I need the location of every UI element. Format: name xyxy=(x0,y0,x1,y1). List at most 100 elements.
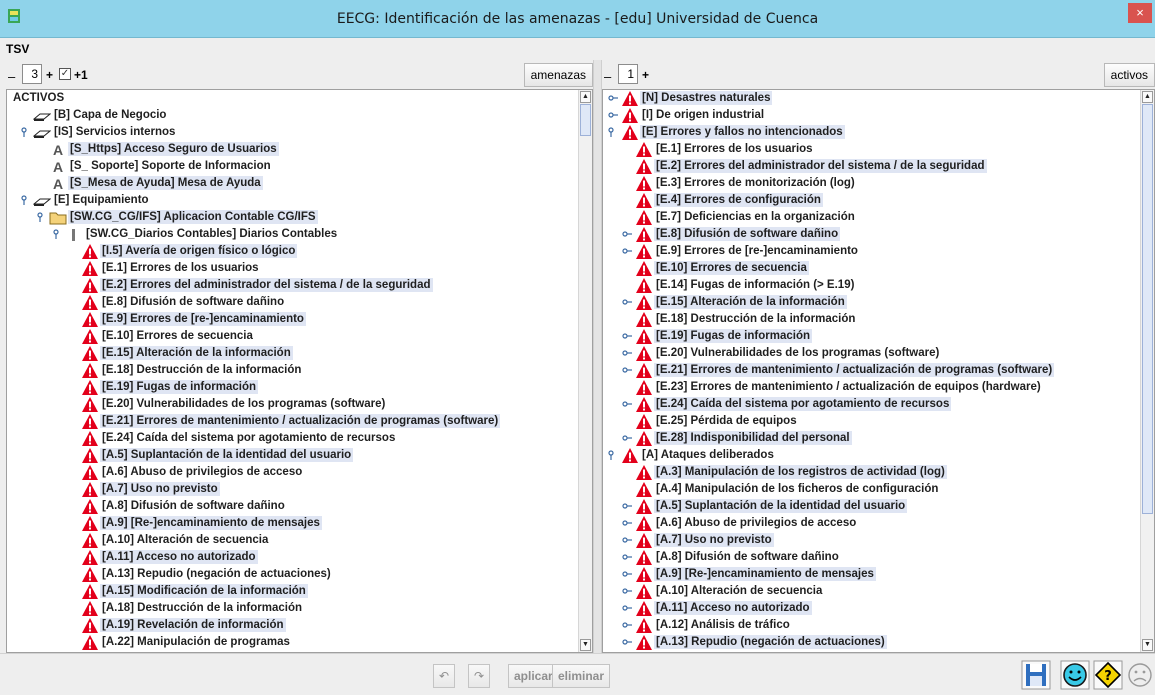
expanded-node-icon[interactable] xyxy=(53,229,63,239)
tree-row[interactable]: [A.15] Modificación de la información xyxy=(7,583,578,600)
tree-row[interactable]: [E.7] Deficiencias en la organización xyxy=(603,209,1140,226)
tree-row[interactable]: [E.19] Fugas de información xyxy=(7,379,578,396)
collapsed-node-icon[interactable] xyxy=(622,552,632,562)
expanded-node-icon[interactable] xyxy=(21,127,31,137)
tree-row[interactable]: [E.9] Errores de [re-]encaminamiento xyxy=(603,243,1140,260)
tree-row[interactable]: [IS] Servicios internos xyxy=(7,124,578,141)
level-field[interactable]: 3 xyxy=(22,64,42,84)
tree-row[interactable]: [E.24] Caída del sistema por agotamiento… xyxy=(603,396,1140,413)
amenazas-button[interactable]: amenazas xyxy=(523,63,593,87)
tree-row[interactable]: [A.11] Acceso no autorizado xyxy=(603,600,1140,617)
expanded-node-icon[interactable] xyxy=(21,195,31,205)
tree-row[interactable]: [A.3] Manipulación de los registros de a… xyxy=(603,464,1140,481)
tree-row[interactable]: [I] De origen industrial xyxy=(603,107,1140,124)
help-diamond-icon[interactable]: ? xyxy=(1093,660,1123,690)
tree-row[interactable]: [A.5] Suplantación de la identidad del u… xyxy=(7,447,578,464)
collapsed-node-icon[interactable] xyxy=(622,246,632,256)
tree-row[interactable]: [A.18] Destrucción de la información xyxy=(7,600,578,617)
right-level-increase-button[interactable]: + xyxy=(642,68,649,82)
scroll-up-arrow-icon[interactable]: ▲ xyxy=(1142,91,1153,103)
tree-row[interactable]: A [S_Mesa de Ayuda] Mesa de Ayuda xyxy=(7,175,578,192)
expanded-node-icon[interactable] xyxy=(37,212,47,222)
tree-row[interactable]: [E.25] Pérdida de equipos xyxy=(603,413,1140,430)
split-pane-divider[interactable] xyxy=(593,60,602,653)
tree-row[interactable]: [A.8] Difusión de software dañino xyxy=(7,498,578,515)
tree-row[interactable]: [E.18] Destrucción de la información xyxy=(603,311,1140,328)
collapsed-node-icon[interactable] xyxy=(622,535,632,545)
collapsed-node-icon[interactable] xyxy=(622,229,632,239)
collapsed-node-icon[interactable] xyxy=(622,331,632,341)
tree-row[interactable]: [B] Capa de Negocio xyxy=(7,107,578,124)
tree-row[interactable]: [E.20] Vulnerabilidades de los programas… xyxy=(603,345,1140,362)
tree-row[interactable]: [SW.CG_CG/IFS] Aplicacion Contable CG/IF… xyxy=(7,209,578,226)
tree-row[interactable]: A [S_ Soporte] Soporte de Informacion xyxy=(7,158,578,175)
smiley-ok-icon[interactable] xyxy=(1060,660,1090,690)
tree-row[interactable]: [A.13] Repudio (negación de actuaciones) xyxy=(7,566,578,583)
tree-row[interactable]: [A.6] Abuso de privilegios de acceso xyxy=(7,464,578,481)
tree-row[interactable]: [A.9] [Re-]encaminamiento de mensajes xyxy=(7,515,578,532)
tree-row[interactable]: [A.7] Uso no previsto xyxy=(7,481,578,498)
expanded-node-icon[interactable] xyxy=(608,127,618,137)
scroll-down-arrow-icon[interactable]: ▼ xyxy=(580,639,591,651)
delete-button[interactable]: eliminar xyxy=(552,664,611,688)
tree-row[interactable]: [E.1] Errores de los usuarios xyxy=(603,141,1140,158)
right-level-field[interactable]: 1 xyxy=(618,64,638,84)
level-decrease-button[interactable]: – xyxy=(8,69,15,84)
tree-row[interactable]: [E.8] Difusión de software dañino xyxy=(7,294,578,311)
tree-row[interactable]: A [S_Https] Acceso Seguro de Usuarios xyxy=(7,141,578,158)
tree-row[interactable]: [E.21] Errores de mantenimiento / actual… xyxy=(7,413,578,430)
collapsed-node-icon[interactable] xyxy=(622,501,632,511)
tree-row[interactable]: [A.8] Difusión de software dañino xyxy=(603,549,1140,566)
tree-row[interactable]: [E.15] Alteración de la información xyxy=(7,345,578,362)
save-icon[interactable] xyxy=(1021,660,1051,690)
tree-row[interactable]: [E] Errores y fallos no intencionados xyxy=(603,124,1140,141)
tree-row[interactable]: [A.5] Suplantación de la identidad del u… xyxy=(603,498,1140,515)
expanded-node-icon[interactable] xyxy=(608,450,618,460)
collapsed-node-icon[interactable] xyxy=(622,603,632,613)
tree-row[interactable]: [E.14] Fugas de información (> E.19) xyxy=(603,277,1140,294)
tree-row[interactable]: [E.15] Alteración de la información xyxy=(603,294,1140,311)
tree-row[interactable]: [N] Desastres naturales xyxy=(603,90,1140,107)
menu-tsv[interactable]: TSV xyxy=(6,42,29,56)
tree-row[interactable]: [SW.CG_Diarios Contables] Diarios Contab… xyxy=(7,226,578,243)
tree-row[interactable]: [A.9] [Re-]encaminamiento de mensajes xyxy=(603,566,1140,583)
tree-row[interactable]: [E.2] Errores del administrador del sist… xyxy=(603,158,1140,175)
undo-button[interactable]: ↶ xyxy=(433,664,456,688)
tree-row[interactable]: [E.3] Errores de monitorización (log) xyxy=(603,175,1140,192)
plus-one-checkbox[interactable]: ✓ xyxy=(59,68,71,80)
tree-row[interactable]: [A.11] Acceso no autorizado xyxy=(7,549,578,566)
tree-row[interactable]: [A.7] Uso no previsto xyxy=(603,532,1140,549)
collapsed-node-icon[interactable] xyxy=(622,586,632,596)
collapsed-node-icon[interactable] xyxy=(622,620,632,630)
threats-tree-scrollbar[interactable]: ▲ ▼ xyxy=(1140,90,1154,652)
tree-row[interactable]: [E.23] Errores de mantenimiento / actual… xyxy=(603,379,1140,396)
collapsed-node-icon[interactable] xyxy=(622,569,632,579)
tree-row[interactable]: [E] Equipamiento xyxy=(7,192,578,209)
collapsed-node-icon[interactable] xyxy=(622,365,632,375)
tree-row[interactable]: [E.18] Destrucción de la información xyxy=(7,362,578,379)
tree-row[interactable]: ACTIVOS xyxy=(7,90,578,107)
collapsed-node-icon[interactable] xyxy=(622,637,632,647)
smiley-sad-icon[interactable] xyxy=(1125,660,1155,690)
collapsed-node-icon[interactable] xyxy=(622,518,632,528)
tree-row[interactable]: [A.4] Manipulación de los ficheros de co… xyxy=(603,481,1140,498)
collapsed-node-icon[interactable] xyxy=(608,93,618,103)
tree-row[interactable]: [E.20] Vulnerabilidades de los programas… xyxy=(7,396,578,413)
collapsed-node-icon[interactable] xyxy=(622,433,632,443)
scroll-thumb[interactable] xyxy=(1142,104,1153,514)
scroll-thumb[interactable] xyxy=(580,104,591,136)
tree-row[interactable]: [E.24] Caída del sistema por agotamiento… xyxy=(7,430,578,447)
tree-row[interactable]: [A.10] Alteración de secuencia xyxy=(7,532,578,549)
collapsed-node-icon[interactable] xyxy=(622,297,632,307)
collapsed-node-icon[interactable] xyxy=(622,399,632,409)
collapsed-node-icon[interactable] xyxy=(608,110,618,120)
tree-row[interactable]: [E.19] Fugas de información xyxy=(603,328,1140,345)
tree-row[interactable]: [A.19] Revelación de información xyxy=(7,617,578,634)
tree-row[interactable]: [E.10] Errores de secuencia xyxy=(603,260,1140,277)
tree-row[interactable]: [A.12] Análisis de tráfico xyxy=(603,617,1140,634)
tree-row[interactable]: [A.13] Repudio (negación de actuaciones) xyxy=(603,634,1140,651)
tree-row[interactable]: [I.5] Avería de origen físico o lógico xyxy=(7,243,578,260)
tree-row[interactable]: [A.10] Alteración de secuencia xyxy=(603,583,1140,600)
tree-row[interactable]: [E.10] Errores de secuencia xyxy=(7,328,578,345)
right-level-decrease-button[interactable]: – xyxy=(604,69,611,84)
